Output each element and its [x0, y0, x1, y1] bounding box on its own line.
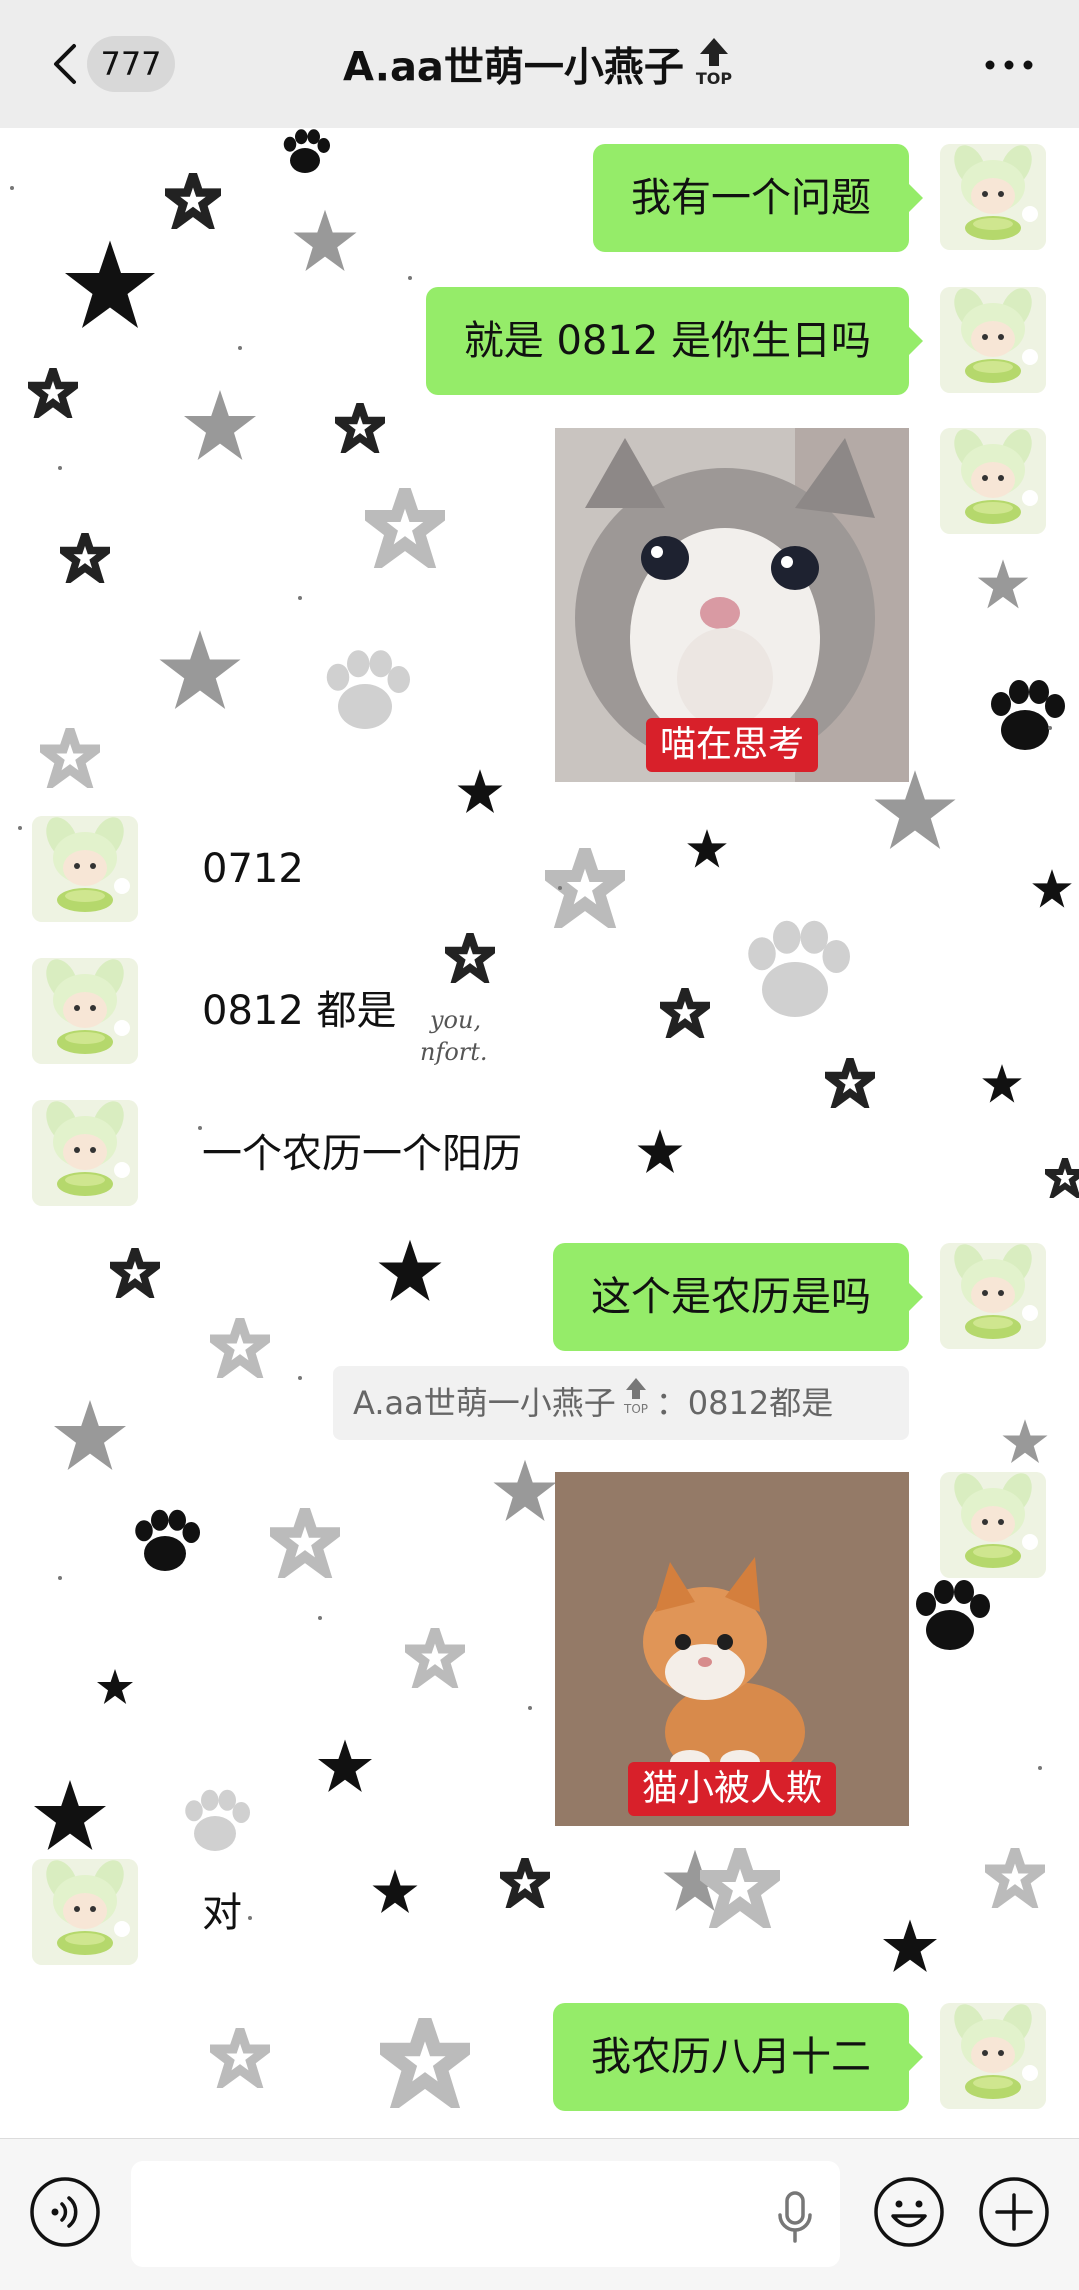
avatar[interactable] — [940, 287, 1046, 393]
voice-mode-icon[interactable] — [28, 2175, 102, 2249]
quote-text: 0812都是 — [687, 1384, 834, 1422]
emoji-icon[interactable] — [872, 2175, 946, 2249]
avatar[interactable] — [32, 958, 138, 1064]
top-badge-text: TOP — [696, 69, 733, 88]
quote-top-badge-text: TOP — [623, 1402, 648, 1416]
avatar[interactable] — [940, 428, 1046, 534]
avatar[interactable] — [32, 816, 138, 922]
plus-icon[interactable] — [977, 2175, 1051, 2249]
message-bubble-sent[interactable]: 我农历八月十二 — [553, 2003, 923, 2111]
message-text-received[interactable]: 一个农历一个阳历 — [202, 1126, 522, 1182]
chat-background-pattern: you, nfort. — [10, 129, 1079, 2138]
avatar[interactable] — [940, 144, 1046, 250]
chat-message-list[interactable]: you, nfort. 我有一个问题 就是 0812 是你生日吗 喵在思考 07… — [0, 128, 1079, 2138]
sticker-caption: 猫小被人欺 — [555, 1762, 909, 1816]
background-text-line1: you, — [429, 1006, 481, 1034]
sticker-thinking-kitten[interactable]: 喵在思考 — [555, 428, 909, 782]
quote-sender: A.aa世萌一小燕子 — [353, 1384, 616, 1422]
message-text-received[interactable]: 0712 — [202, 841, 304, 897]
message-bubble-sent[interactable]: 这个是农历是吗 — [553, 1243, 923, 1351]
message-input-bar — [0, 2138, 1079, 2290]
chat-title-text: A.aa世萌一小燕子 — [343, 44, 684, 91]
sticker-kitten-bullied[interactable]: 猫小被人欺 — [555, 1472, 909, 1826]
background-text-line2: nfort. — [420, 1038, 488, 1066]
message-text-received[interactable]: 对 — [202, 1885, 242, 1941]
chat-title[interactable]: A.aa世萌一小燕子 TOP — [0, 36, 1079, 103]
background-text: you, nfort. — [420, 1006, 488, 1066]
avatar[interactable] — [940, 1472, 1046, 1578]
avatar[interactable] — [32, 1100, 138, 1206]
top-badge-icon: TOP — [692, 36, 736, 103]
message-bubble-sent[interactable]: 我有一个问题 — [593, 144, 923, 252]
message-input[interactable] — [131, 2161, 840, 2267]
message-bubble-sent[interactable]: 就是 0812 是你生日吗 — [425, 287, 924, 395]
microphone-icon[interactable] — [775, 2189, 815, 2245]
top-badge-icon: TOP — [620, 1368, 652, 1442]
sticker-caption: 喵在思考 — [555, 718, 909, 772]
quote-separator: ： — [655, 1384, 688, 1422]
message-text-received[interactable]: 0812 都是 — [202, 983, 397, 1039]
avatar[interactable] — [940, 1243, 1046, 1349]
quoted-message-reference[interactable]: A.aa世萌一小燕子 TOP ：0812都是 — [333, 1366, 909, 1440]
avatar[interactable] — [32, 1859, 138, 1965]
chat-header: 777 A.aa世萌一小燕子 TOP — [0, 0, 1079, 128]
more-dots-icon[interactable] — [985, 60, 1033, 70]
avatar[interactable] — [940, 2003, 1046, 2109]
